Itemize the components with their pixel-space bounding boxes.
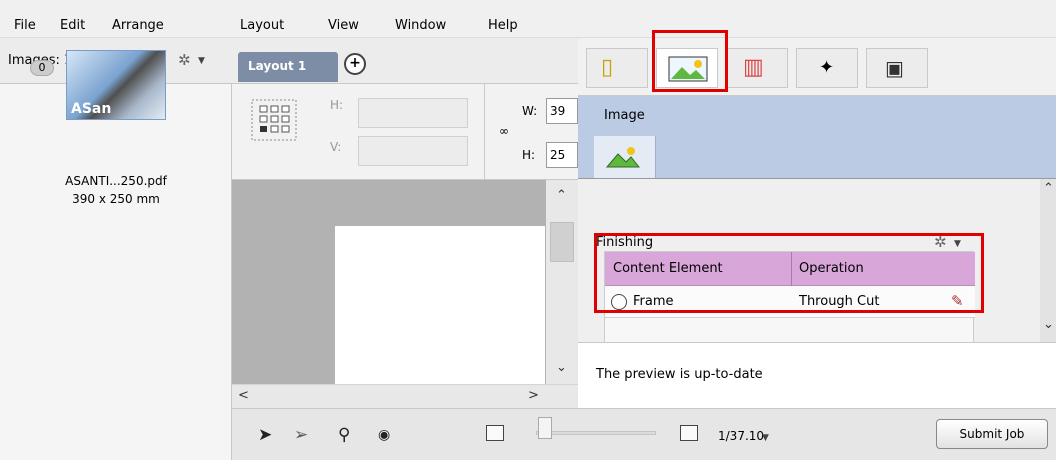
inspector-scrollbar[interactable]: ⌃ ⌄ [1040,179,1056,343]
tab-color[interactable]: ▥ [726,48,788,88]
scroll-right-icon[interactable]: > [528,388,539,403]
inspector-scroll-up-icon[interactable]: ⌃ [1043,181,1054,196]
link-icon[interactable]: ∞ [499,124,509,138]
gear-icon[interactable]: ✲ [178,51,191,69]
divider [484,84,485,180]
menu-view[interactable]: View [328,18,359,33]
scroll-down-icon[interactable]: ⌄ [556,360,567,375]
page-sheet[interactable] [335,226,545,391]
bottom-toolbar: ➤ ➢ ⚲ ◉ 1/37.10 ▼ Submit Job [232,408,1056,460]
finishing-section: Finishing ✲ ▼ Content Element Operation … [578,178,1056,343]
zoom-level[interactable]: 1/37.10 [718,429,764,443]
menu-edit[interactable]: Edit [60,18,85,33]
thumbnail-overlay-text: ASan [71,101,112,117]
landscape-icon [606,147,640,168]
menu-arrange[interactable]: Arrange [112,18,164,33]
tab-layout-1[interactable]: Layout 1 [238,52,338,82]
width-label: W: [522,104,538,118]
crosshair-icon: ✦ [819,57,835,78]
menu-file[interactable]: File [14,18,36,33]
frame-icon: ▣ [885,56,904,80]
preview-panel: The preview is up-to-date [578,342,1056,408]
highlight-box [652,30,728,92]
preview-status: The preview is up-to-date [596,367,763,382]
height-input[interactable]: 25 [546,142,578,168]
v-position-input[interactable] [358,136,468,166]
image-thumbnail[interactable]: ASan [66,50,166,120]
image-dimensions: 390 x 250 mm [72,192,160,206]
images-panel: Images: 1/1 + ✲ ▼ 0 ASan ASANTI...250.pd… [0,38,232,460]
zoom-dropdown-icon[interactable]: ▼ [762,433,769,443]
add-layout-button[interactable]: + [344,53,366,75]
h-position-label: H: [330,98,344,112]
scroll-up-icon[interactable]: ⌃ [556,188,567,203]
h-position-input[interactable] [358,98,468,128]
inspector-scroll-down-icon[interactable]: ⌄ [1043,317,1054,332]
tab-position[interactable]: ✦ [796,48,858,88]
chevron-down-icon[interactable]: ▼ [198,56,205,66]
direct-select-arrow-icon[interactable]: ➢ [294,425,308,445]
inspector-header: Image [578,96,1056,178]
color-swatch-icon: ▥ [743,55,764,80]
inspector-title: Image [604,108,645,123]
scroll-left-icon[interactable]: < [238,388,249,403]
height-label: H: [522,148,536,162]
image-filename: ASANTI...250.pdf [65,174,167,188]
tab-frame[interactable]: ▣ [866,48,928,88]
zoom-slider-track[interactable] [536,431,656,435]
finishing-highlight-box [594,233,984,313]
document-icon: ▯ [601,55,614,80]
layout-toolbar: Layout 1 + [232,38,578,84]
zoom-slider-handle[interactable] [538,417,552,439]
select-arrow-icon[interactable]: ➤ [258,425,272,445]
inspector-tabs: ▯ ▥ ✦ ▣ [578,30,1056,96]
preview-eye-icon[interactable]: ◉ [378,427,390,443]
tab-document[interactable]: ▯ [586,48,648,88]
geometry-panel: H: V: ∞ W: 39 H: 25 [232,84,578,180]
horizontal-scrollbar[interactable]: < > [232,384,578,408]
reference-point-icon[interactable] [250,98,298,142]
v-position-label: V: [330,140,342,154]
menu-layout[interactable]: Layout [240,18,284,33]
menu-help[interactable]: Help [488,18,518,33]
zoom-magnifier-icon[interactable]: ⚲ [338,425,350,445]
submit-job-button[interactable]: Submit Job [936,419,1048,449]
vertical-scroll-thumb[interactable] [550,222,574,262]
layout-canvas[interactable]: ⌃ ⌄ < > [232,180,578,408]
fit-page-icon[interactable] [486,425,504,441]
width-input[interactable]: 39 [546,98,578,124]
actual-size-icon[interactable] [680,425,698,441]
subtab-image[interactable] [594,136,656,178]
vertical-scrollbar[interactable]: ⌃ ⌄ [546,180,578,384]
menu-bar: File Edit Arrange Layout View Window Hel… [0,0,1056,38]
menu-window[interactable]: Window [395,18,446,33]
image-usage-badge: 0 [30,60,54,76]
